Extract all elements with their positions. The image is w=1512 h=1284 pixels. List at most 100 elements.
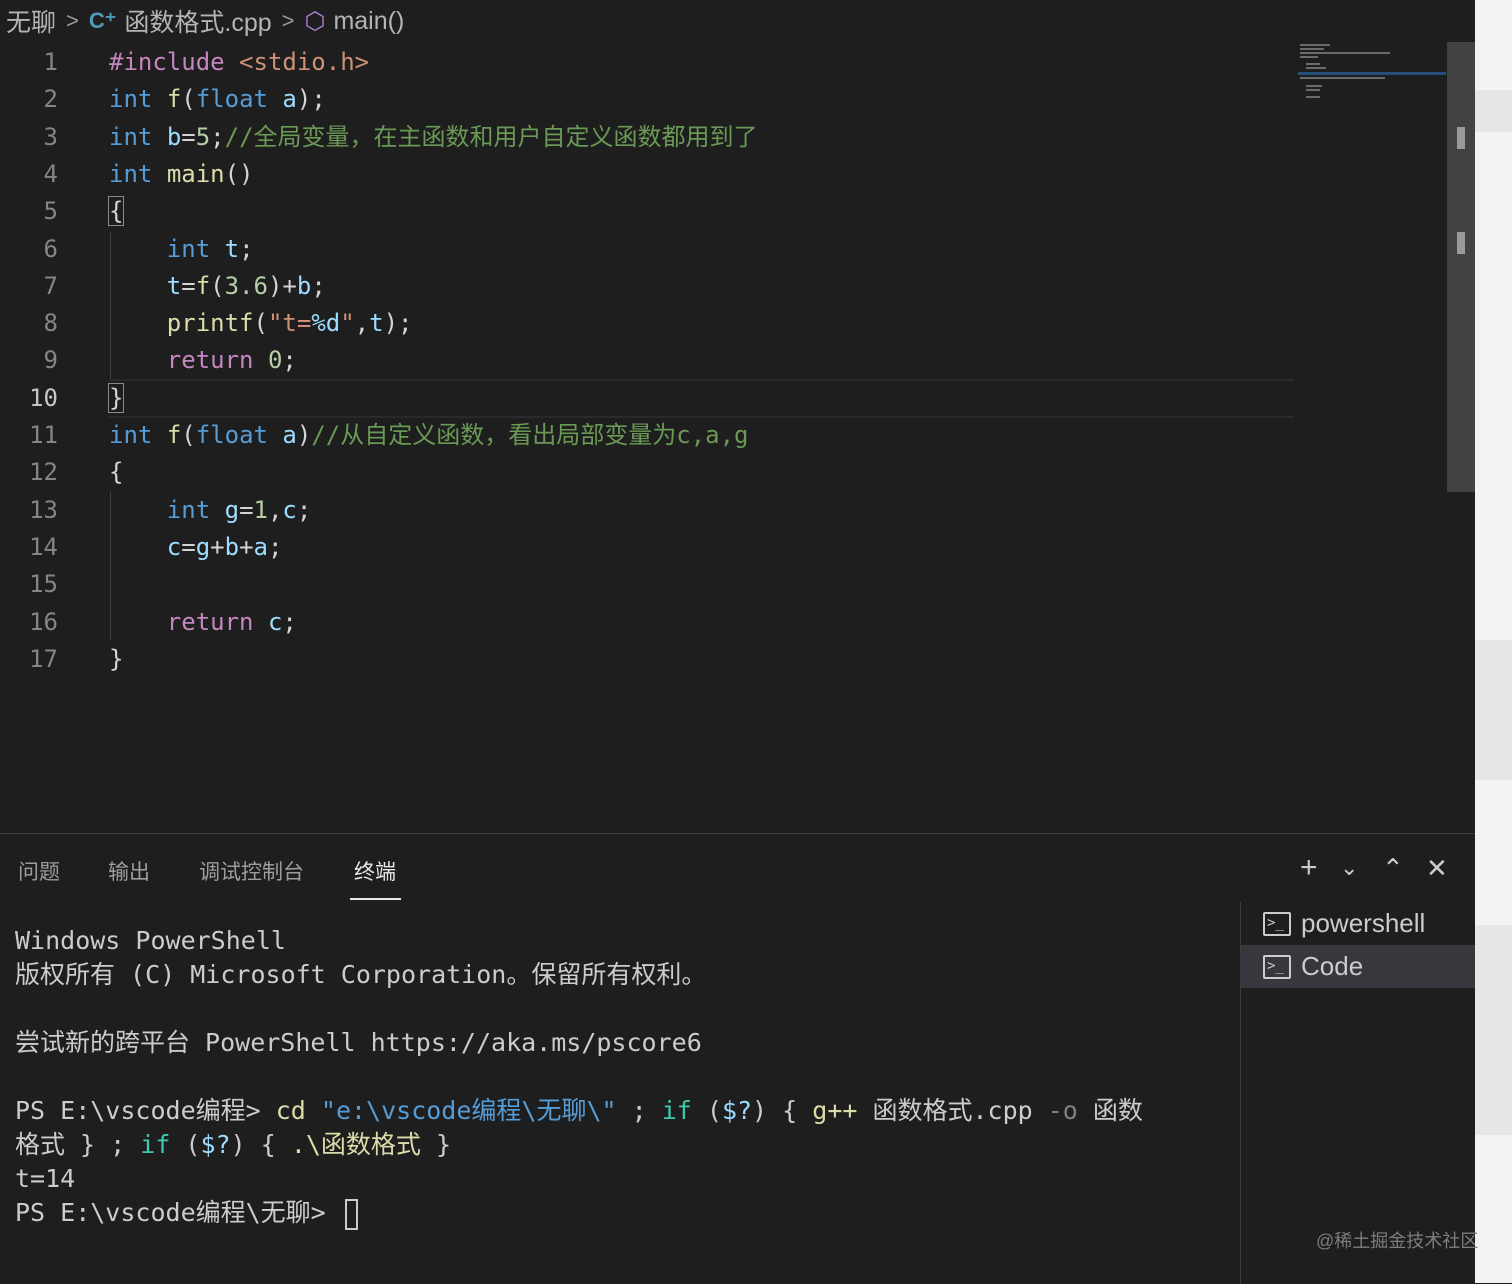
terminal-list-item-powershell[interactable]: >_ powershell: [1241, 902, 1475, 945]
code-token: 5: [195, 122, 211, 151]
scrollbar-thumb[interactable]: [1457, 232, 1465, 254]
line-number: 1: [43, 48, 58, 76]
code-token: t: [166, 271, 182, 300]
code-token: "t=: [267, 309, 312, 338]
terminal-output[interactable]: Windows PowerShell 版权所有 (C) Microsoft Cor…: [15, 924, 1220, 1230]
terminal-line: 格式 } ; if ($?) { .\函数格式 }: [15, 1128, 1220, 1162]
code-token: c: [267, 607, 283, 636]
line-code: int b=5;//全局变量，在主函数和用户自定义函数都用到了: [109, 119, 758, 156]
code-line: 17}: [0, 641, 1447, 678]
line-code: c=g+b+a;: [109, 529, 283, 566]
code-token: float: [195, 421, 268, 449]
terminal-line: t=14: [15, 1162, 1220, 1196]
active-tab-underline: [350, 898, 401, 900]
code-token: ;: [239, 234, 254, 263]
minimap-line: [1300, 44, 1330, 46]
code-token: int: [109, 421, 153, 449]
code-token: b: [224, 532, 240, 561]
line-number: 6: [43, 234, 58, 263]
line-code: {: [107, 193, 125, 230]
terminal-list-label: Code: [1301, 951, 1364, 981]
code-token: b: [296, 271, 312, 300]
method-cube-icon: ⬡: [304, 7, 326, 35]
breadcrumb-folder[interactable]: 无聊: [0, 3, 56, 39]
breadcrumb: 无聊 > C⁺ 函数格式.cpp > ⬡ main(): [0, 0, 1475, 42]
minimap[interactable]: [1298, 42, 1448, 102]
minimap-line: [1306, 85, 1322, 87]
terminal-token: cd: [275, 1096, 306, 1125]
terminal-list-label: powershell: [1301, 908, 1426, 938]
line-code: return c;: [109, 604, 297, 641]
code-line: 16 return c;: [0, 604, 1447, 641]
new-terminal-plus-icon[interactable]: +: [1300, 850, 1318, 886]
terminal-icon: >_: [1263, 911, 1291, 936]
code-token: t: [369, 309, 384, 338]
cpp-file-icon: C⁺: [88, 8, 117, 33]
minimap-line: [1300, 52, 1390, 54]
code-token: ": [340, 309, 355, 338]
minimap-line: [1306, 63, 1320, 65]
terminal-list-item-code[interactable]: >_ Code: [1241, 945, 1475, 988]
code-token: return: [166, 346, 254, 375]
tab-output[interactable]: 输出: [108, 856, 150, 886]
chevron-down-icon[interactable]: ⌄: [1340, 850, 1358, 886]
terminal-token: $?: [200, 1130, 231, 1159]
line-number: 13: [29, 495, 58, 524]
terminal-token: ;: [616, 1096, 662, 1125]
code-token: =: [239, 495, 254, 524]
breadcrumb-file[interactable]: 函数格式.cpp: [124, 3, 271, 39]
line-number: 9: [43, 346, 58, 375]
code-token: );: [383, 309, 413, 338]
line-code: {: [109, 454, 123, 491]
code-token: printf: [166, 309, 254, 338]
tab-debug-console[interactable]: 调试控制台: [199, 856, 304, 886]
code-token: return: [166, 607, 254, 636]
chevron-right-icon: >: [281, 8, 295, 33]
code-token: =: [181, 271, 196, 300]
code-editor[interactable]: 1 #include <stdio.h> 2 int f(float a); 3 int …: [0, 42, 1447, 832]
code-token: (: [181, 421, 196, 449]
line-number: 8: [43, 309, 58, 338]
code-line: 13 int g=1,c;: [0, 492, 1447, 529]
terminal-token: 尝试新的跨平台 PowerShell https://aka.ms/pscore…: [15, 1028, 702, 1057]
code-token: +: [239, 532, 254, 561]
terminal-token: Windows PowerShell: [15, 926, 286, 955]
scrollbar-thumb[interactable]: [1457, 127, 1465, 149]
maximize-panel-icon[interactable]: ⌃: [1382, 850, 1404, 886]
code-token: +: [210, 532, 225, 561]
line-code: }: [109, 641, 123, 678]
close-panel-icon[interactable]: ✕: [1426, 850, 1448, 886]
editor-scrollbar[interactable]: [1447, 42, 1475, 492]
outer-window-strip: [1475, 0, 1512, 1283]
line-number: 3: [43, 122, 58, 151]
tab-terminal[interactable]: 终端: [354, 856, 396, 886]
code-token: //从自定义函数，看出局部变量为c,a,g: [311, 421, 749, 449]
code-line: 10}: [0, 380, 1447, 417]
line-code: printf("t=%d",t);: [109, 305, 413, 342]
terminal-line: 尝试新的跨平台 PowerShell https://aka.ms/pscore…: [15, 1026, 1220, 1060]
line-code: return 0;: [109, 342, 297, 379]
code-token: f: [195, 271, 211, 300]
code-token: a: [253, 532, 268, 561]
code-token: int: [109, 159, 153, 188]
watermark: @稀土掘金技术社区: [1316, 1231, 1479, 1251]
terminal-token: if: [140, 1130, 171, 1159]
breadcrumb-symbol[interactable]: main(): [333, 7, 404, 36]
code-line: 5{: [0, 193, 1447, 230]
terminal-line: 版权所有 (C) Microsoft Corporation。保留所有权利。: [15, 958, 1220, 992]
line-number: 14: [29, 532, 58, 561]
terminal-token: PS E:\vscode编程\无聊>: [15, 1198, 341, 1227]
line-number: 2: [43, 85, 58, 114]
strip-shade: [1475, 640, 1512, 780]
tab-problems[interactable]: 问题: [18, 856, 60, 886]
terminal-line: PS E:\vscode编程\无聊>: [15, 1196, 1220, 1230]
terminal-token: (: [691, 1096, 722, 1125]
chevron-right-icon: >: [66, 8, 79, 33]
code-line: 4 int main(): [0, 156, 1447, 193]
